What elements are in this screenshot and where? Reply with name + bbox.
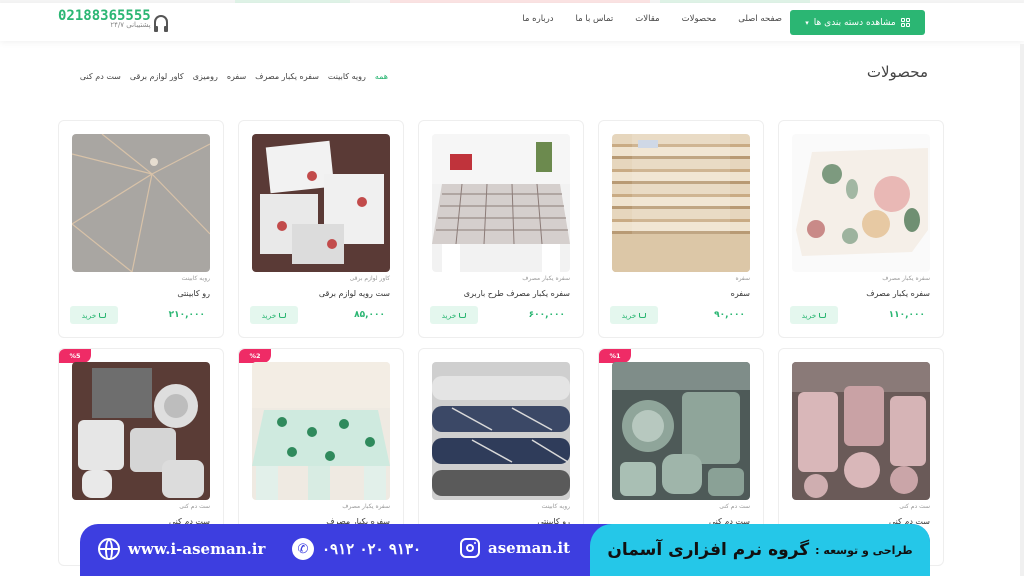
product-price: ۲۱۰,۰۰۰ xyxy=(168,310,205,320)
page-title: محصولات xyxy=(866,63,928,81)
main-nav: صفحه اصلی محصولات مقالات تماس با ما دربا… xyxy=(520,14,782,30)
product-image[interactable] xyxy=(72,134,210,272)
product-price: ۹۰,۰۰۰ xyxy=(714,310,745,320)
credit-label: طراحی و توسعه : xyxy=(815,543,913,557)
credit-team: گروه نرم افزاری آسمان xyxy=(607,540,810,560)
phone-link[interactable]: ✆ ۰۹۱۲ ۰۲۰ ۹۱۳۰ xyxy=(292,538,421,560)
product-card[interactable]: سفره یکبار مصرف سفره یکبار مصرف ۱۱۰,۰۰۰ … xyxy=(778,120,944,338)
product-category: ست دم کنی xyxy=(899,503,930,510)
product-price: ۸۵,۰۰۰ xyxy=(354,310,385,320)
categories-button[interactable]: مشاهده دسته بندی ها ▾ xyxy=(790,10,925,35)
globe-icon xyxy=(98,538,120,560)
product-category: ست دم کنی xyxy=(719,503,750,510)
buy-label: خرید xyxy=(801,310,817,320)
banner-phone: ۰۹۱۲ ۰۲۰ ۹۱۳۰ xyxy=(322,540,422,558)
product-card[interactable]: سفره یکبار مصرف سفره یکبار مصرف طرح بارب… xyxy=(418,120,584,338)
product-image[interactable] xyxy=(252,362,390,500)
nav-contact[interactable]: تماس با ما xyxy=(576,14,614,30)
cart-icon xyxy=(639,312,647,318)
cart-icon xyxy=(279,312,287,318)
product-image[interactable] xyxy=(792,362,930,500)
product-price: ۶۰۰,۰۰۰ xyxy=(528,310,565,320)
category-filters: همه رویه کابینت سفره یکبار مصرف سفره روم… xyxy=(58,72,388,81)
grid-icon xyxy=(900,18,910,27)
developer-credit: طراحی و توسعه : گروه نرم افزاری آسمان xyxy=(590,524,930,576)
cart-icon xyxy=(459,312,467,318)
nav-home[interactable]: صفحه اصلی xyxy=(738,14,782,30)
filter-appliance-cover[interactable]: کاور لوازم برقی xyxy=(130,72,184,81)
product-category: رویه کابینت xyxy=(541,503,570,510)
buy-label: خرید xyxy=(441,310,457,320)
filter-kitchen-set[interactable]: ست دم کنی xyxy=(80,72,121,81)
buy-button[interactable]: خرید xyxy=(610,306,658,324)
buy-button[interactable]: خرید xyxy=(250,306,298,324)
instagram-handle: aseman.it xyxy=(488,539,571,557)
nav-about[interactable]: درباره ما xyxy=(522,14,553,30)
categories-button-label: مشاهده دسته بندی ها xyxy=(813,17,896,28)
buy-button[interactable]: خرید xyxy=(790,306,838,324)
buy-label: خرید xyxy=(621,310,637,320)
filter-cabinet-cover[interactable]: رویه کابینت xyxy=(328,72,366,81)
cart-icon xyxy=(819,312,827,318)
instagram-icon xyxy=(460,538,480,558)
product-name[interactable]: رو کابینتی xyxy=(177,289,210,298)
filter-disposable-tablecloth[interactable]: سفره یکبار مصرف xyxy=(255,72,319,81)
nav-articles[interactable]: مقالات xyxy=(635,14,659,30)
product-image[interactable] xyxy=(72,362,210,500)
product-name[interactable]: ست رویه لوازم برقی xyxy=(319,289,390,298)
product-category: سفره یکبار مصرف xyxy=(882,275,930,282)
nav-products[interactable]: محصولات xyxy=(682,14,717,30)
product-image[interactable] xyxy=(612,362,750,500)
discount-badge: %5 xyxy=(59,349,91,363)
buy-button[interactable]: خرید xyxy=(430,306,478,324)
product-category: رویه کابینت xyxy=(181,275,210,282)
chevron-down-icon: ▾ xyxy=(805,18,809,27)
product-card[interactable]: سفره سفره ۹۰,۰۰۰ خرید xyxy=(598,120,764,338)
buy-label: خرید xyxy=(81,310,97,320)
website-link[interactable]: www.i-aseman.ir xyxy=(98,538,265,560)
filter-all[interactable]: همه xyxy=(375,72,388,81)
buy-button[interactable]: خرید xyxy=(70,306,118,324)
support-phone[interactable]: 02188365555 پشتیبانی ۲۴/۷ xyxy=(58,9,168,32)
filter-table-cover[interactable]: رومیزی xyxy=(193,72,218,81)
discount-badge: %1 xyxy=(599,349,631,363)
product-card[interactable]: کاور لوازم برقی ست رویه لوازم برقی ۸۵,۰۰… xyxy=(238,120,404,338)
product-category: سفره یکبار مصرف xyxy=(342,503,390,510)
banner-website: www.i-aseman.ir xyxy=(128,540,266,558)
discount-badge: %2 xyxy=(239,349,271,363)
filter-tablecloth[interactable]: سفره xyxy=(227,72,246,81)
cart-icon xyxy=(99,312,107,318)
developer-banner: طراحی و توسعه : گروه نرم افزاری آسمان as… xyxy=(80,524,930,576)
product-image[interactable] xyxy=(252,134,390,272)
product-category: سفره xyxy=(735,275,750,282)
product-image[interactable] xyxy=(432,134,570,272)
product-card[interactable]: رویه کابینت رو کابینتی ۲۱۰,۰۰۰ خرید xyxy=(58,120,224,338)
product-price: ۱۱۰,۰۰۰ xyxy=(888,310,925,320)
headset-icon xyxy=(153,14,168,32)
instagram-link[interactable]: aseman.it xyxy=(460,538,570,558)
product-image[interactable] xyxy=(432,362,570,500)
buy-label: خرید xyxy=(261,310,277,320)
product-image[interactable] xyxy=(612,134,750,272)
scrollbar-track[interactable] xyxy=(1020,44,1024,576)
product-category: کاور لوازم برقی xyxy=(349,275,390,282)
product-category: ست دم کنی xyxy=(179,503,210,510)
product-name[interactable]: سفره یکبار مصرف طرح باربری xyxy=(464,289,570,298)
product-name[interactable]: سفره xyxy=(731,289,750,298)
phone-icon: ✆ xyxy=(292,538,314,560)
product-category: سفره یکبار مصرف xyxy=(522,275,570,282)
product-name[interactable]: سفره یکبار مصرف xyxy=(866,289,930,298)
site-header: مشاهده دسته بندی ها ▾ صفحه اصلی محصولات … xyxy=(0,3,1024,41)
product-image[interactable] xyxy=(792,134,930,272)
